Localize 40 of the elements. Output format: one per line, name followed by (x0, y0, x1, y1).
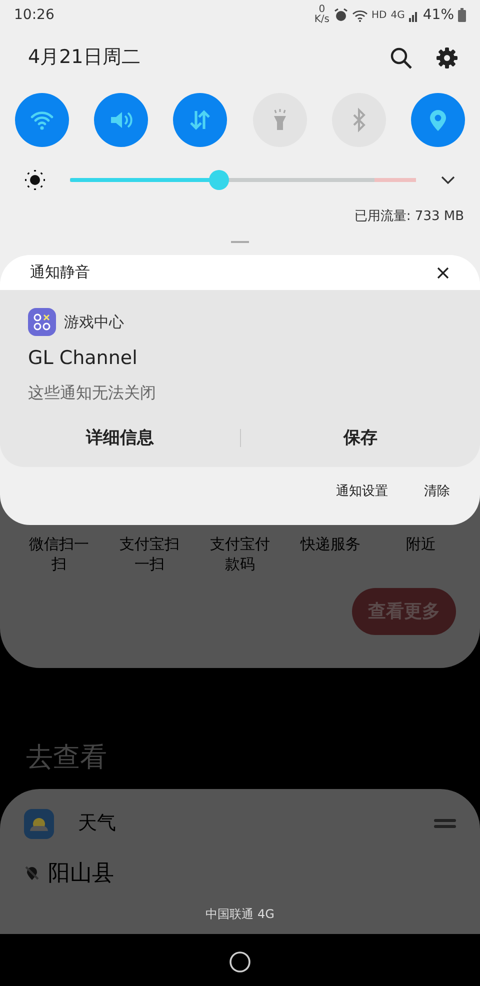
weather-title: 天气 (78, 811, 116, 836)
drag-handle[interactable] (231, 240, 249, 242)
action-button[interactable]: 保存 (240, 424, 480, 452)
close-icon[interactable] (436, 266, 450, 280)
network-type: 4G (390, 8, 405, 22)
battery-icon (458, 8, 466, 22)
action-button[interactable]: 详细信息 (0, 424, 240, 452)
wifi-icon (352, 8, 368, 22)
shortcut-label[interactable]: 支付宝付款码 (208, 535, 272, 574)
alarm-icon (334, 8, 348, 22)
clock-time: 10:26 (14, 6, 54, 24)
shortcut-label[interactable]: 微信扫一扫 (26, 535, 92, 574)
home-button[interactable] (229, 950, 251, 972)
weather-icon (24, 808, 54, 838)
card-title: 通知静音 (30, 262, 90, 284)
data-usage-text: 已用流量: 733 MB (354, 208, 464, 226)
slider-thumb[interactable] (208, 170, 229, 190)
section-title: 去查看 (25, 741, 108, 775)
app-icon (28, 308, 56, 336)
net-speed-unit: K/s (314, 15, 330, 25)
shortcut-label[interactable]: 快递服务 (298, 535, 363, 554)
battery-percent: 41% (422, 6, 454, 24)
net-speed-value: 0 (318, 5, 326, 15)
footer-button[interactable]: 清除 (418, 481, 456, 502)
drag-icon[interactable] (434, 818, 456, 828)
location-off-icon (24, 865, 40, 881)
wifi-toggle[interactable] (15, 93, 69, 147)
shortcut-label[interactable]: 支付宝扫一扫 (117, 535, 182, 574)
search-icon[interactable] (390, 46, 412, 68)
location-name: 阳山县 (48, 860, 114, 888)
footer-button[interactable]: 通知设置 (330, 481, 394, 502)
chevron-down-icon[interactable] (440, 175, 456, 185)
brightness-icon (24, 169, 46, 191)
hd-indicator: HD (372, 8, 387, 22)
notification-message: 这些通知无法关闭 (28, 382, 157, 404)
channel-name: GL Channel (28, 346, 138, 371)
date-text: 4月21日周二 (28, 45, 140, 70)
carrier-name: 中国联通 4G (204, 906, 276, 922)
app-name: 游戏中心 (64, 312, 124, 333)
shortcut-label[interactable]: 附近 (388, 535, 453, 554)
